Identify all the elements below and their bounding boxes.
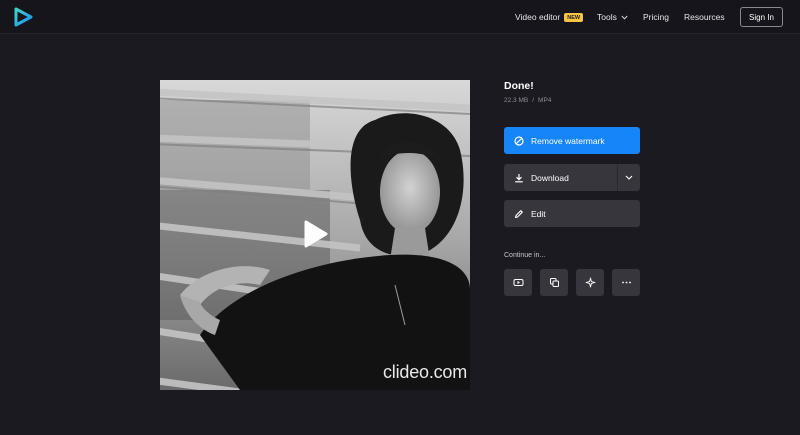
nav-resources-label: Resources bbox=[684, 12, 725, 22]
youtube-icon bbox=[513, 279, 523, 286]
ai-sparkle-icon bbox=[585, 277, 595, 288]
continue-in-label: Continue in... bbox=[504, 252, 546, 259]
remove-watermark-label: Remove watermark bbox=[531, 135, 605, 146]
file-meta: 22.3 MB / MP4 bbox=[504, 97, 551, 104]
nav-resources[interactable]: Resources bbox=[684, 0, 725, 34]
clideo-watermark: clideo.com bbox=[383, 362, 468, 382]
file-format: MP4 bbox=[538, 97, 552, 104]
continue-more-button[interactable] bbox=[612, 269, 640, 296]
edit-label: Edit bbox=[531, 208, 546, 219]
continue-youtube-button[interactable] bbox=[504, 269, 532, 296]
file-size: 22.3 MB bbox=[504, 97, 529, 104]
continue-merge-button[interactable] bbox=[540, 269, 568, 296]
chevron-down-icon bbox=[621, 15, 628, 20]
play-icon[interactable] bbox=[300, 218, 330, 250]
pencil-icon bbox=[514, 209, 523, 218]
more-icon bbox=[621, 281, 631, 284]
nav-tools-label: Tools bbox=[597, 12, 617, 22]
download-button[interactable]: Download bbox=[504, 164, 640, 191]
top-navigation-bar: Video editor NEW Tools Pricing Resources… bbox=[0, 0, 800, 34]
download-label: Download bbox=[531, 172, 569, 183]
play-logo-icon[interactable] bbox=[13, 7, 33, 27]
download-options-toggle[interactable] bbox=[617, 164, 640, 191]
remove-watermark-button[interactable]: Remove watermark bbox=[504, 127, 640, 154]
sign-in-button[interactable]: Sign In bbox=[740, 7, 783, 27]
download-icon bbox=[515, 173, 523, 182]
nav-tools[interactable]: Tools bbox=[597, 0, 628, 34]
nav-pricing[interactable]: Pricing bbox=[643, 0, 669, 34]
continue-ai-tool-button[interactable] bbox=[576, 269, 604, 296]
nav-pricing-label: Pricing bbox=[643, 12, 669, 22]
meta-separator: / bbox=[532, 97, 535, 104]
edit-button[interactable]: Edit bbox=[504, 200, 640, 227]
new-badge: NEW bbox=[564, 12, 584, 22]
no-sign-icon bbox=[514, 135, 524, 146]
nav-video-editor[interactable]: Video editor NEW bbox=[515, 0, 584, 34]
nav-video-editor-label: Video editor bbox=[515, 12, 561, 22]
merge-icon bbox=[549, 278, 559, 287]
chevron-down-icon bbox=[625, 175, 633, 180]
result-title: Done! bbox=[504, 80, 534, 92]
